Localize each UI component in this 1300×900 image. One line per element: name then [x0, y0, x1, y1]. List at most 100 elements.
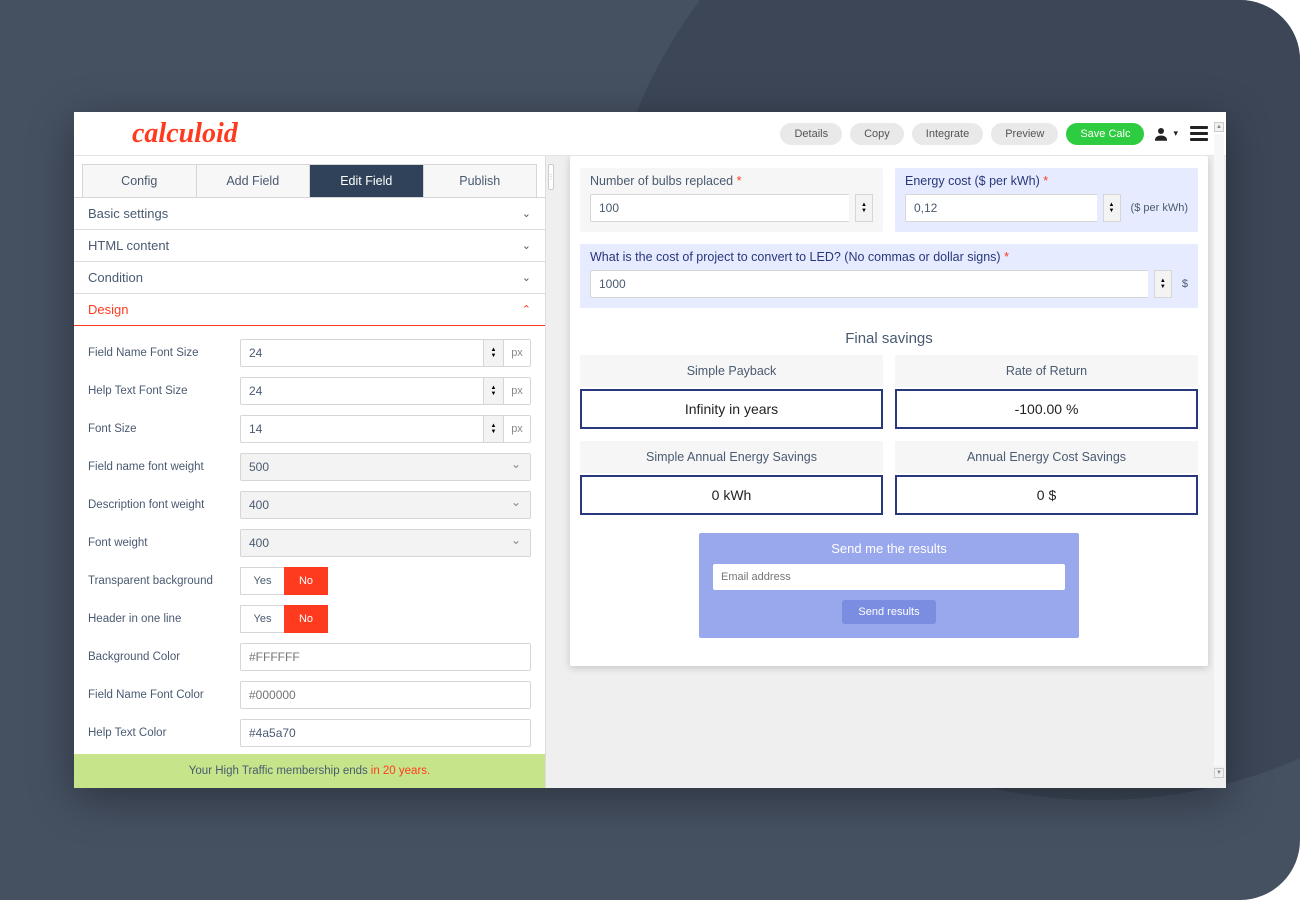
- accordion-basic-header[interactable]: Basic settings ⌄: [74, 198, 545, 229]
- field-energy-suffix: ($ per kWh): [1127, 202, 1188, 214]
- app-window: calculoid Details Copy Integrate Preview…: [74, 112, 1226, 788]
- accordion-html-label: HTML content: [88, 238, 169, 253]
- user-menu[interactable]: ▾: [1152, 125, 1178, 143]
- details-button[interactable]: Details: [780, 123, 842, 145]
- font-weight-select[interactable]: 400: [240, 529, 531, 557]
- result-value: Infinity in years: [580, 389, 883, 429]
- accordion-design-header[interactable]: Design ⌃: [74, 294, 545, 326]
- stepper-icon[interactable]: ▲▼: [483, 377, 503, 405]
- splitter[interactable]: ⋮: [546, 156, 556, 788]
- label: Description font weight: [88, 499, 230, 511]
- send-results-title: Send me the results: [713, 541, 1065, 556]
- row-field-name-color: Field Name Font Color: [88, 676, 531, 714]
- help-text-color-input[interactable]: [240, 719, 531, 747]
- page-backdrop: calculoid Details Copy Integrate Preview…: [0, 0, 1300, 900]
- chevron-down-icon: ⌄: [522, 207, 531, 220]
- result-rate-of-return: Rate of Return -100.00 %: [895, 355, 1198, 429]
- tab-config[interactable]: Config: [82, 164, 197, 197]
- unit-label: px: [503, 415, 531, 443]
- send-email-input[interactable]: [713, 564, 1065, 590]
- send-results-button[interactable]: Send results: [842, 600, 935, 624]
- app-logo[interactable]: calculoid: [132, 118, 238, 150]
- tab-edit-field[interactable]: Edit Field: [310, 164, 424, 197]
- chevron-down-icon: ⌄: [522, 239, 531, 252]
- splitter-grip-icon: ⋮: [548, 164, 554, 190]
- field-name-color-input[interactable]: [240, 681, 531, 709]
- integrate-button[interactable]: Integrate: [912, 123, 983, 145]
- row-font-size: Font Size ▲▼ px: [88, 410, 531, 448]
- result-value: 0 $: [895, 475, 1198, 515]
- label: Field Name Font Size: [88, 347, 230, 359]
- preview-panel: Number of bulbs replaced * ▲▼ Energy cos…: [556, 156, 1226, 788]
- label: Help Text Font Size: [88, 385, 230, 397]
- label: Help Text Color: [88, 727, 230, 739]
- bg-color-input[interactable]: [240, 643, 531, 671]
- field-bulbs[interactable]: Number of bulbs replaced * ▲▼: [580, 168, 883, 232]
- row-help-text-font-size: Help Text Font Size ▲▼ px: [88, 372, 531, 410]
- membership-banner: Your High Traffic membership ends in 20 …: [74, 754, 545, 788]
- scroll-track[interactable]: [1214, 134, 1224, 766]
- scroll-up-icon[interactable]: ▲: [1214, 122, 1224, 132]
- font-size-input[interactable]: [240, 415, 483, 443]
- header-one-line-no[interactable]: No: [284, 605, 328, 633]
- editor-tabs: Config Add Field Edit Field Publish: [74, 156, 545, 198]
- field-name-font-size-input[interactable]: [240, 339, 483, 367]
- label: Field name font weight: [88, 461, 230, 473]
- copy-button[interactable]: Copy: [850, 123, 904, 145]
- row-field-name-font-weight: Field name font weight 500: [88, 448, 531, 486]
- label: Font Size: [88, 423, 230, 435]
- stepper-icon[interactable]: ▲▼: [483, 415, 503, 443]
- accordion-basic-label: Basic settings: [88, 206, 168, 221]
- tab-publish[interactable]: Publish: [424, 164, 538, 197]
- stepper-icon[interactable]: ▲▼: [483, 339, 503, 367]
- topbar: calculoid Details Copy Integrate Preview…: [74, 112, 1226, 156]
- accordion-html-header[interactable]: HTML content ⌄: [74, 230, 545, 261]
- field-name-font-weight-select[interactable]: 500: [240, 453, 531, 481]
- chevron-up-icon: ⌃: [522, 303, 531, 316]
- preview-button[interactable]: Preview: [991, 123, 1058, 145]
- save-button[interactable]: Save Calc: [1066, 123, 1144, 145]
- unit-label: px: [503, 339, 531, 367]
- workspace: Config Add Field Edit Field Publish Basi…: [74, 156, 1226, 788]
- menu-button[interactable]: [1186, 122, 1212, 145]
- field-energy-input[interactable]: [905, 194, 1097, 222]
- editor-panel: Config Add Field Edit Field Publish Basi…: [74, 156, 546, 788]
- window-scrollbar[interactable]: ▲ ▼: [1214, 122, 1224, 778]
- field-cost-input[interactable]: [590, 270, 1148, 298]
- unit-label: px: [503, 377, 531, 405]
- transparent-bg-yes[interactable]: Yes: [240, 567, 284, 595]
- row-description-font-weight: Description font weight 400: [88, 486, 531, 524]
- tab-add-field[interactable]: Add Field: [197, 164, 311, 197]
- stepper-icon[interactable]: ▲▼: [855, 194, 873, 222]
- accordion-design-label: Design: [88, 302, 128, 317]
- membership-prefix: Your High Traffic membership ends: [189, 765, 368, 777]
- field-project-cost[interactable]: What is the cost of project to convert t…: [580, 244, 1198, 308]
- field-bulbs-input[interactable]: [590, 194, 849, 222]
- label: Header in one line: [88, 613, 230, 625]
- field-energy-cost[interactable]: Energy cost ($ per kWh) * ▲▼ ($ per kWh): [895, 168, 1198, 232]
- label: Background Color: [88, 651, 230, 663]
- help-text-font-size-input[interactable]: [240, 377, 483, 405]
- row-font-weight: Font weight 400: [88, 524, 531, 562]
- accordion-design: Design ⌃ Field Name Font Size ▲▼ px: [74, 294, 545, 754]
- row-field-name-font-size: Field Name Font Size ▲▼ px: [88, 334, 531, 372]
- user-icon: [1152, 125, 1170, 143]
- row-font-color: Font Color: [88, 752, 531, 754]
- result-label: Rate of Return: [895, 355, 1198, 387]
- design-body: Field Name Font Size ▲▼ px Help Text Fon…: [74, 326, 545, 754]
- stepper-icon[interactable]: ▲▼: [1103, 194, 1121, 222]
- scroll-down-icon[interactable]: ▼: [1214, 768, 1224, 778]
- stepper-icon[interactable]: ▲▼: [1154, 270, 1172, 298]
- result-annual-cost-savings: Annual Energy Cost Savings 0 $: [895, 441, 1198, 515]
- result-value: -100.00 %: [895, 389, 1198, 429]
- result-label: Simple Annual Energy Savings: [580, 441, 883, 473]
- field-energy-title: Energy cost ($ per kWh) *: [905, 174, 1188, 188]
- chevron-down-icon: ⌄: [522, 271, 531, 284]
- description-font-weight-select[interactable]: 400: [240, 491, 531, 519]
- transparent-bg-no[interactable]: No: [284, 567, 328, 595]
- row-header-one-line: Header in one line Yes No: [88, 600, 531, 638]
- topbar-actions: Details Copy Integrate Preview Save Calc…: [780, 122, 1212, 145]
- accordion-condition-header[interactable]: Condition ⌄: [74, 262, 545, 293]
- label: Transparent background: [88, 575, 230, 587]
- header-one-line-yes[interactable]: Yes: [240, 605, 284, 633]
